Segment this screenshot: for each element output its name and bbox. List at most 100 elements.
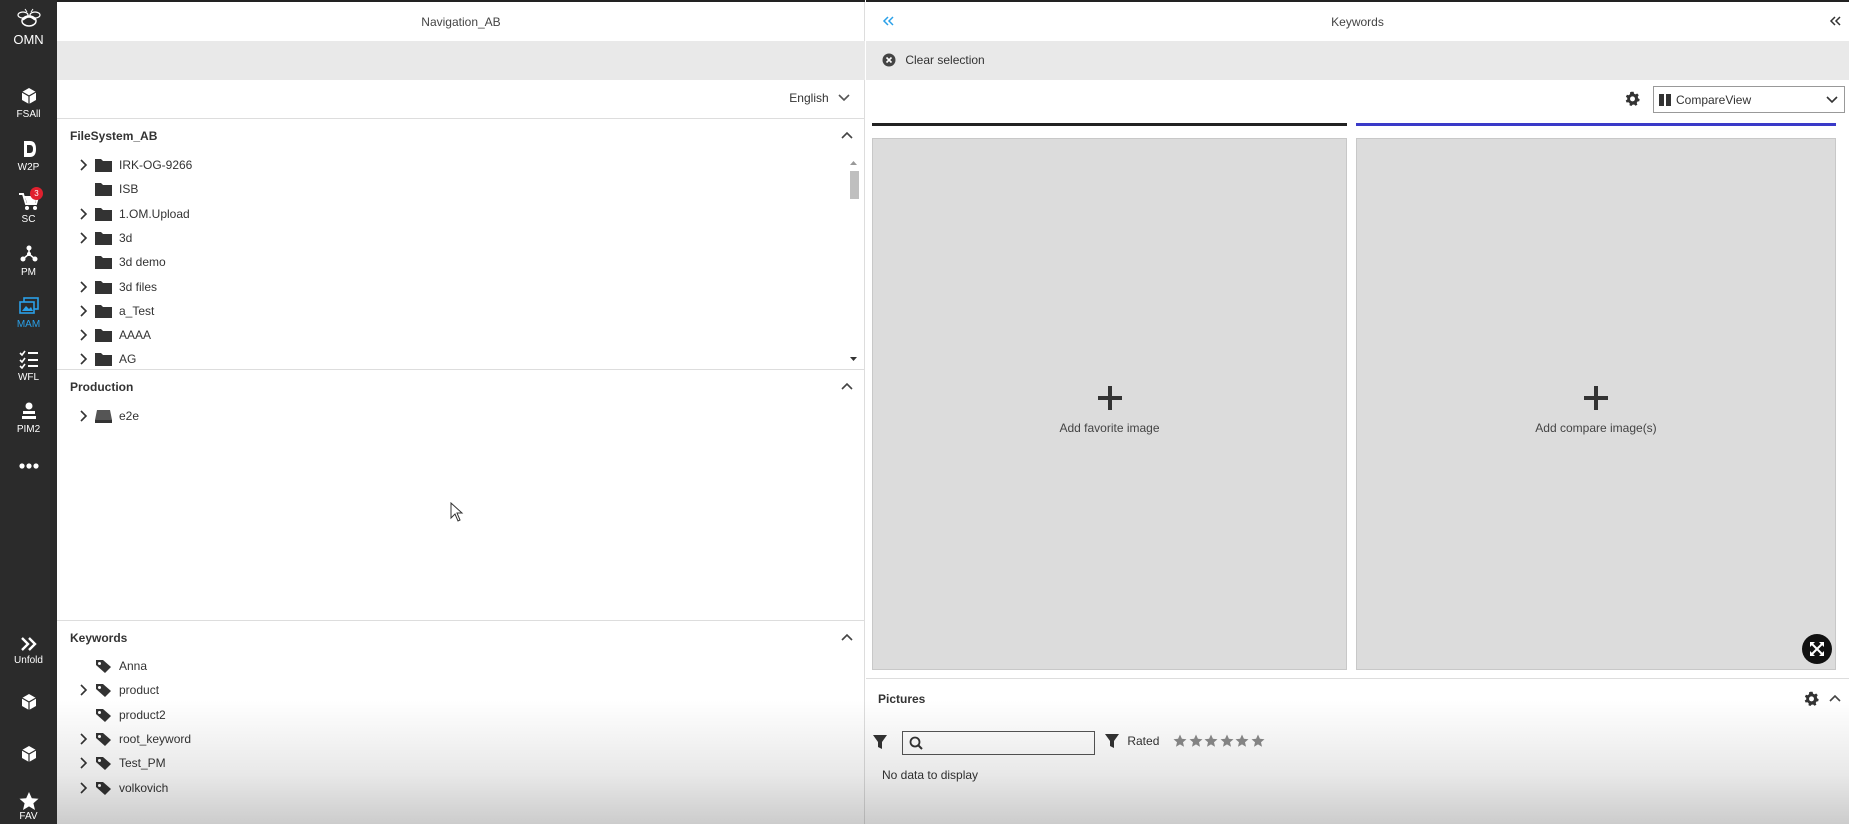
- tree-item-label: volkovich: [119, 780, 169, 795]
- rail-item-fsall[interactable]: FSAll: [0, 86, 57, 120]
- folder-icon: [95, 183, 112, 197]
- rating-star-icon[interactable]: [1189, 734, 1203, 748]
- favorite-drop-zone[interactable]: Add favorite image: [872, 138, 1347, 670]
- tree-item[interactable]: IRK-OG-9266: [57, 154, 837, 176]
- fullscreen-button[interactable]: [1802, 634, 1832, 664]
- tree-item-label: Test_PM: [119, 756, 166, 771]
- tree-item[interactable]: 3d: [57, 227, 837, 249]
- rated-label: Rated: [1127, 734, 1160, 748]
- scrollbar-thumb[interactable]: [850, 171, 859, 199]
- rail-item-pm[interactable]: PM: [0, 244, 57, 278]
- rail-label-wfl: WFL: [17, 372, 40, 383]
- folder-icon: [95, 207, 112, 221]
- drive-icon: [95, 410, 112, 423]
- chevron-up-icon[interactable]: [1829, 692, 1841, 704]
- tree-item-label: 1.OM.Upload: [119, 206, 190, 221]
- chevron-right-icon[interactable]: [79, 280, 89, 293]
- keywords-toolbar: [866, 41, 1849, 80]
- chevron-up-icon[interactable]: [841, 129, 853, 141]
- collapse-left-icon[interactable]: [882, 15, 894, 27]
- clear-selection-button[interactable]: Clear selection: [882, 52, 985, 67]
- folder-icon: [95, 280, 112, 294]
- pictures-section-header[interactable]: Pictures: [866, 678, 1849, 720]
- more-button[interactable]: [0, 462, 57, 470]
- chevron-right-icon[interactable]: [79, 232, 89, 244]
- tree-item[interactable]: Anna: [57, 655, 837, 677]
- rail-item-pim2[interactable]: PIM2: [0, 401, 57, 435]
- tree-item-label: product2: [119, 707, 166, 722]
- rating-star-icon[interactable]: [1235, 734, 1249, 748]
- filesystem-section-header[interactable]: FileSystem_AB: [57, 118, 865, 150]
- unfold-button[interactable]: Unfold: [0, 636, 57, 666]
- chevron-right-icon[interactable]: [79, 684, 89, 696]
- rail-label-mam: MAM: [16, 319, 41, 330]
- cube-icon: [21, 88, 36, 104]
- view-select[interactable]: CompareView: [1653, 86, 1845, 113]
- expand-arrows-icon: [1810, 642, 1824, 656]
- tree-item[interactable]: e2e: [57, 405, 837, 427]
- rail-item-wfl[interactable]: WFL: [0, 349, 57, 383]
- chevron-up-icon[interactable]: [841, 380, 853, 392]
- tree-item[interactable]: volkovich: [57, 777, 837, 799]
- network-icon: [20, 245, 37, 262]
- omn-logo[interactable]: OMN: [0, 8, 57, 47]
- tree-item[interactable]: AG: [57, 348, 837, 370]
- tree-item[interactable]: ISB: [57, 178, 837, 200]
- filter-icon[interactable]: [872, 734, 888, 750]
- chevron-right-icon[interactable]: [79, 208, 89, 220]
- rated-filter[interactable]: Rated: [1104, 733, 1159, 749]
- rail-label-w2p: W2P: [17, 162, 40, 173]
- collapse-right-icon[interactable]: [1829, 15, 1841, 27]
- navigation-toolbar: [57, 41, 865, 80]
- chevron-right-icon[interactable]: [79, 757, 89, 769]
- tree-item[interactable]: product2: [57, 704, 837, 726]
- tree-item[interactable]: a_Test: [57, 300, 837, 322]
- chevron-up-icon[interactable]: [841, 631, 853, 643]
- tree-item[interactable]: root_keyword: [57, 728, 837, 750]
- rail-item-w2p[interactable]: W2P: [0, 139, 57, 173]
- rail-item-sc[interactable]: 3 SC: [0, 187, 57, 225]
- keywords-section-header[interactable]: Keywords: [57, 620, 865, 652]
- rating-star-icon[interactable]: [1220, 734, 1234, 748]
- gear-icon[interactable]: [1804, 691, 1819, 706]
- chevron-right-icon[interactable]: [79, 781, 89, 794]
- chevron-right-icon[interactable]: [79, 329, 89, 341]
- rail-cube-2[interactable]: [0, 744, 57, 764]
- product-stack-icon: [21, 402, 36, 419]
- tree-item[interactable]: product: [57, 679, 837, 701]
- folder-icon: [95, 304, 112, 318]
- chevron-right-icon[interactable]: [79, 733, 89, 745]
- gear-icon[interactable]: [1625, 91, 1640, 106]
- tag-icon: [96, 732, 111, 746]
- tree-item-label: 3d demo: [119, 255, 166, 270]
- tag-icon: [96, 660, 111, 673]
- tree-item-label: 3d files: [119, 279, 158, 294]
- rating-stars[interactable]: [1173, 734, 1266, 751]
- chevron-right-icon[interactable]: [79, 159, 89, 171]
- star-icon: [19, 792, 38, 810]
- chevron-right-icon[interactable]: [79, 353, 89, 365]
- rail-item-mam[interactable]: MAM: [0, 296, 57, 330]
- tree-item[interactable]: 1.OM.Upload: [57, 203, 837, 225]
- keywords-title: Keywords: [70, 631, 128, 645]
- rating-star-icon[interactable]: [1173, 734, 1187, 748]
- tree-item[interactable]: AAAA: [57, 324, 837, 346]
- images-icon: [18, 297, 39, 314]
- chevron-right-icon[interactable]: [79, 305, 89, 317]
- navigation-title: Navigation_AB: [57, 0, 865, 41]
- production-section-header[interactable]: Production: [57, 369, 865, 401]
- pictures-search-input[interactable]: [902, 731, 1095, 755]
- logo-label: OMN: [13, 32, 44, 47]
- tree-item[interactable]: Test_PM: [57, 752, 837, 774]
- rating-star-icon[interactable]: [1204, 734, 1218, 748]
- tag-icon: [96, 708, 111, 722]
- rating-star-icon[interactable]: [1251, 734, 1265, 748]
- tree-item-label: a_Test: [119, 303, 155, 318]
- tree-item[interactable]: 3d files: [57, 276, 837, 298]
- language-select[interactable]: English: [789, 91, 850, 105]
- rail-item-fav[interactable]: FAV: [0, 791, 57, 822]
- tree-item[interactable]: 3d demo: [57, 251, 837, 273]
- compare-drop-zone[interactable]: Add compare image(s): [1356, 138, 1836, 670]
- rail-cube-1[interactable]: [0, 692, 57, 712]
- chevron-right-icon[interactable]: [79, 410, 89, 422]
